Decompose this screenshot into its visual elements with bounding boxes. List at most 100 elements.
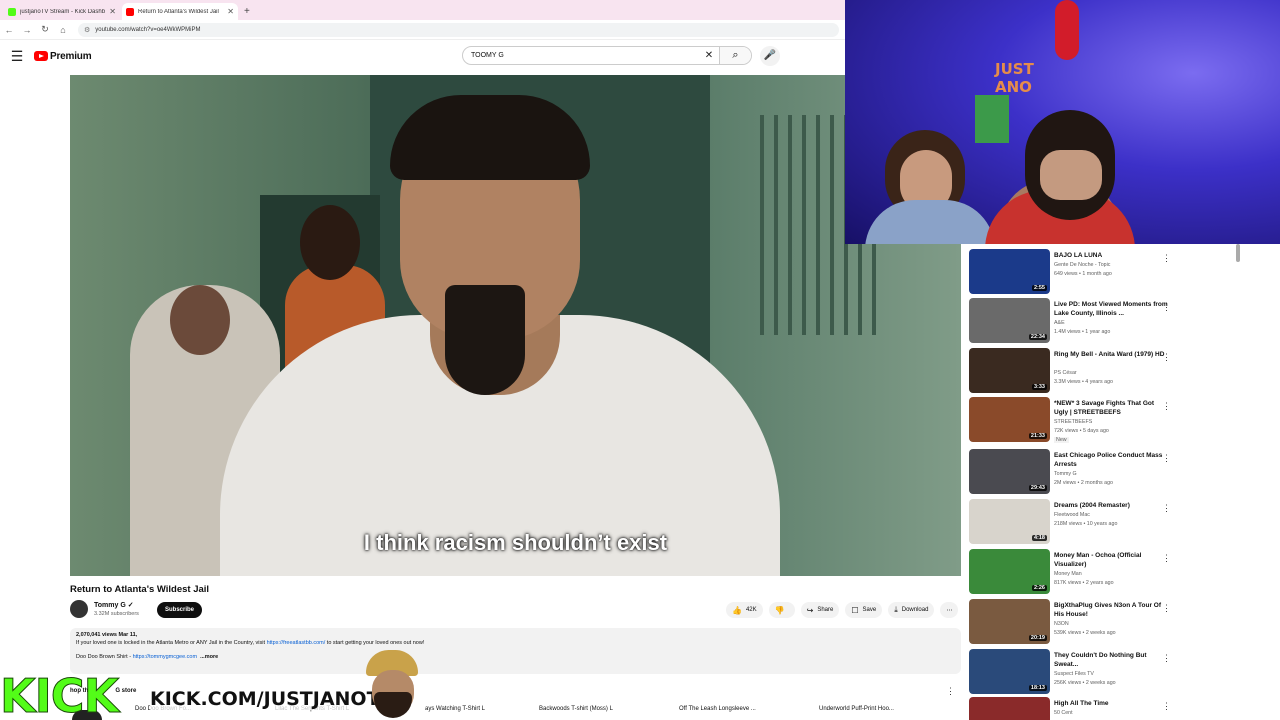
close-tab-icon[interactable]: ✕ (227, 7, 234, 16)
browser-tab-kick[interactable]: justjanoTV Stream - Kick Dashb ✕ (4, 3, 120, 20)
more-options-icon[interactable]: ⋮ (946, 686, 955, 697)
recommended-video[interactable]: High All The Time 50 Cent ⋮ (969, 697, 1229, 720)
more-options-icon[interactable]: ⋮ (1162, 503, 1171, 514)
channel-name[interactable]: Tommy G (1054, 471, 1077, 477)
streamer-avatar (362, 650, 424, 720)
download-button[interactable]: ⤓ Download (888, 602, 935, 618)
view-count-date: 2,070,041 views Mar 11, (76, 632, 138, 638)
more-options-icon[interactable]: ⋮ (1162, 253, 1171, 264)
recommended-video[interactable]: 21:33 *NEW* 3 Savage Fights That Got Ugly… (969, 397, 1229, 443)
browser-tab-youtube[interactable]: Return to Atlanta's Wildest Jail ✕ (122, 3, 238, 20)
clear-search-icon[interactable]: ✕ (699, 50, 719, 61)
page-margin (1240, 244, 1280, 720)
channel-name[interactable]: N3ON (1054, 621, 1069, 627)
close-tab-icon[interactable]: ✕ (109, 7, 116, 16)
youtube-logo[interactable]: Premium (34, 51, 92, 62)
recommended-video[interactable]: 2:26 Money Man - Ochoa (Official Visualiz… (969, 549, 1229, 595)
video-thumbnail[interactable]: 18:13 (969, 649, 1050, 694)
channel-name[interactable]: A&E (1054, 320, 1065, 326)
video-duration: 18:13 (1028, 685, 1047, 691)
description-box[interactable]: 2,070,041 views Mar 11, If your loved on… (70, 628, 961, 674)
video-title[interactable]: Dreams (2004 Remaster) (1054, 501, 1169, 510)
product-name[interactable]: Backwoods T-shirt (Moss) L (539, 706, 613, 712)
share-button[interactable]: ↪ Share (800, 602, 840, 618)
channel-name[interactable]: Suspect Files TV (1054, 671, 1094, 677)
recommended-video[interactable]: 29:43 East Chicago Police Conduct Mass Ar… (969, 449, 1229, 495)
video-title[interactable]: Live PD: Most Viewed Moments from Lake C… (1054, 300, 1169, 318)
forward-arrow-icon[interactable]: → (18, 25, 36, 35)
back-arrow-icon[interactable]: ← (0, 25, 18, 35)
description-line: If your loved one is locked in the Atlan… (76, 640, 425, 646)
video-thumbnail[interactable]: 22:34 (969, 298, 1050, 343)
video-thumbnail[interactable] (969, 697, 1050, 720)
video-title[interactable]: Ring My Bell - Anita Ward (1979) HD (1054, 350, 1169, 359)
reload-icon[interactable]: ↻ (36, 24, 54, 35)
browser-tab-bar: justjanoTV Stream - Kick Dashb ✕ Return … (0, 0, 845, 20)
video-title[interactable]: East Chicago Police Conduct Mass Arrests (1054, 451, 1169, 469)
more-actions-icon[interactable]: ⋯ (940, 602, 959, 618)
video-thumbnail[interactable]: 3:33 (969, 348, 1050, 393)
channel-name[interactable]: Gente De Noche - Topic (1054, 262, 1110, 268)
more-options-icon[interactable]: ⋮ (1162, 302, 1171, 313)
subscriber-count: 3.32M subscribers (94, 611, 139, 617)
webcam-overlay: JUST ANO (845, 0, 1280, 244)
video-player[interactable]: I think racism shouldn’t exist (70, 75, 961, 576)
recommended-video[interactable]: 22:34 Live PD: Most Viewed Moments from L… (969, 298, 1229, 344)
subscribe-button[interactable]: Subscribe (157, 602, 202, 618)
site-info-icon[interactable]: ⚙ (84, 26, 90, 34)
like-button[interactable]: 👍 42K (726, 602, 763, 618)
video-scene-person (300, 205, 360, 280)
url-field[interactable]: ⚙ youtube.com/watch?v=oe4WkWPMiPM (78, 22, 839, 37)
channel-name[interactable]: Tommy G ✓ (94, 601, 139, 609)
video-thumbnail[interactable]: 29:43 (969, 449, 1050, 494)
channel-name[interactable]: PS César (1054, 370, 1077, 376)
video-title[interactable]: BAJO LA LUNA (1054, 251, 1169, 260)
microphone-icon[interactable]: 🎤 (760, 46, 780, 66)
video-title[interactable]: High All The Time (1054, 699, 1169, 708)
scrollbar[interactable] (1236, 244, 1240, 262)
new-badge: New (1054, 437, 1069, 443)
video-thumbnail[interactable]: 2:26 (969, 549, 1050, 594)
download-icon: ⤓ (894, 605, 898, 614)
recommended-video[interactable]: 20:19 BigXthaPlug Gives N3on A Tour Of Hi… (969, 599, 1229, 645)
search-input[interactable]: TOOMY G ✕ ⌕ (462, 46, 752, 65)
channel-name[interactable]: STREETBEEFS (1054, 419, 1092, 425)
more-options-icon[interactable]: ⋮ (1162, 453, 1171, 464)
channel-name[interactable]: Money Man (1054, 571, 1082, 577)
product-name[interactable]: Off The Leash Longsleeve ... (679, 706, 756, 712)
product-name[interactable]: ays Watching T-Shirt L (425, 706, 485, 712)
channel-name[interactable]: Fleetwood Mac (1054, 512, 1090, 518)
video-title[interactable]: Money Man - Ochoa (Official Visualizer) (1054, 551, 1169, 569)
more-options-icon[interactable]: ⋮ (1162, 603, 1171, 614)
channel-name[interactable]: 50 Cent (1054, 710, 1073, 716)
home-icon[interactable]: ⌂ (54, 25, 72, 35)
more-options-icon[interactable]: ⋮ (1162, 553, 1171, 564)
channel-avatar[interactable] (70, 600, 88, 618)
new-tab-icon[interactable]: + (244, 6, 250, 17)
description-link[interactable]: https://freeatlastbb.com/ (267, 640, 326, 646)
recommended-video[interactable]: 18:13 They Couldn't Do Nothing But Sweat.… (969, 649, 1229, 695)
video-title[interactable]: They Couldn't Do Nothing But Sweat... (1054, 651, 1169, 669)
description-link[interactable]: https://tommygmcgee.com (133, 654, 198, 660)
video-duration: 20:19 (1028, 635, 1047, 641)
show-more-link[interactable]: ...more (200, 654, 218, 660)
save-button[interactable]: ☐ Save (845, 602, 883, 618)
video-scene-subject (445, 285, 525, 395)
video-thumbnail[interactable]: 2:55 (969, 249, 1050, 294)
more-options-icon[interactable]: ⋮ (1162, 653, 1171, 664)
video-title[interactable]: BigXthaPlug Gives N3on A Tour Of His Hou… (1054, 601, 1169, 619)
video-title[interactable]: *NEW* 3 Savage Fights That Got Ugly | ST… (1054, 399, 1169, 417)
recommended-video[interactable]: 4:18 Dreams (2004 Remaster) Fleetwood Mac 2… (969, 499, 1229, 545)
recommended-video[interactable]: 3:33 Ring My Bell - Anita Ward (1979) HD P… (969, 348, 1229, 394)
more-options-icon[interactable]: ⋮ (1162, 701, 1171, 712)
video-thumbnail[interactable]: 20:19 (969, 599, 1050, 644)
more-options-icon[interactable]: ⋮ (1162, 352, 1171, 363)
video-thumbnail[interactable]: 21:33 (969, 397, 1050, 442)
video-thumbnail[interactable]: 4:18 (969, 499, 1050, 544)
product-name[interactable]: Underworld Puff-Print Hoo... (819, 706, 894, 712)
more-options-icon[interactable]: ⋮ (1162, 401, 1171, 412)
dislike-button[interactable]: 👎 (768, 602, 795, 618)
recommended-video[interactable]: 2:55 BAJO LA LUNA Gente De Noche - Topic 64… (969, 249, 1229, 295)
menu-icon[interactable]: ☰ (0, 48, 34, 65)
search-icon[interactable]: ⌕ (719, 47, 751, 64)
